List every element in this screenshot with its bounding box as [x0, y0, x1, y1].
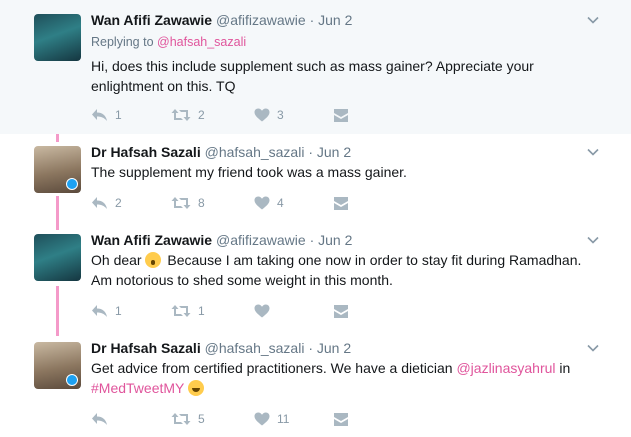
chevron-down-icon[interactable]	[586, 13, 600, 27]
tweet-header: Wan Afifi Zawawie @afifizawawie · Jun 2	[91, 12, 352, 28]
like-button[interactable]: 11	[254, 410, 289, 428]
reply-count: 1	[115, 108, 122, 122]
tweet-text: Get advice from certified practitioners.…	[91, 358, 591, 398]
retweet-button[interactable]: 2	[171, 106, 205, 124]
retweet-button[interactable]: 1	[171, 302, 205, 320]
like-count: 3	[277, 108, 284, 122]
tweet-date[interactable]: Jun 2	[318, 12, 352, 28]
verified-badge-icon	[66, 374, 78, 386]
tweet-date[interactable]: Jun 2	[317, 340, 351, 356]
separator: ·	[309, 12, 315, 28]
tweet[interactable]: Wan Afifi Zawawie @afifizawawie · Jun 2 …	[0, 222, 631, 332]
author-handle[interactable]: @hafsah_sazali	[205, 144, 305, 160]
replying-to: Replying to @hafsah_sazali	[91, 35, 246, 49]
retweet-count: 1	[198, 304, 205, 318]
retweet-icon	[171, 109, 191, 121]
heart-icon	[254, 108, 270, 122]
heart-icon	[254, 412, 270, 426]
reply-icon	[92, 109, 107, 121]
tweet[interactable]: Wan Afifi Zawawie @afifizawawie · Jun 2 …	[0, 0, 631, 134]
retweet-icon	[171, 197, 191, 209]
reply-icon	[92, 197, 107, 209]
avatar[interactable]	[34, 234, 81, 281]
like-button[interactable]: 4	[254, 194, 284, 212]
chevron-down-icon[interactable]	[586, 233, 600, 247]
reply-icon	[92, 413, 107, 425]
author-name[interactable]: Wan Afifi Zawawie	[91, 232, 212, 248]
avatar[interactable]	[34, 146, 81, 193]
tweet-date[interactable]: Jun 2	[317, 144, 351, 160]
like-button[interactable]	[254, 302, 277, 320]
mention-link[interactable]: @jazlinasyahrul	[456, 360, 555, 376]
retweet-count: 8	[198, 196, 205, 210]
direct-message-button[interactable]	[333, 302, 349, 320]
author-name[interactable]: Dr Hafsah Sazali	[91, 144, 201, 160]
tweet-text: Oh dear Because I am taking one now in o…	[91, 250, 591, 290]
reply-count: 1	[115, 304, 122, 318]
avatar[interactable]	[34, 342, 81, 389]
tweet[interactable]: Dr Hafsah Sazali @hafsah_sazali · Jun 2 …	[0, 332, 631, 437]
reply-icon	[92, 305, 107, 317]
reply-button[interactable]: 1	[91, 106, 122, 124]
direct-message-button[interactable]	[333, 194, 349, 212]
author-handle[interactable]: @hafsah_sazali	[205, 340, 305, 356]
heart-icon	[254, 196, 270, 210]
smile-emoji-icon	[188, 380, 205, 396]
direct-message-icon	[334, 412, 348, 426]
tweet-date[interactable]: Jun 2	[318, 232, 352, 248]
author-handle[interactable]: @afifizawawie	[216, 232, 306, 248]
like-count: 11	[277, 412, 290, 426]
author-handle[interactable]: @afifizawawie	[216, 12, 306, 28]
reply-button[interactable]	[91, 410, 115, 428]
reply-count: 2	[115, 196, 122, 210]
direct-message-button[interactable]	[333, 410, 349, 428]
retweet-count: 5	[198, 412, 205, 426]
hashtag-link[interactable]: #MedTweetMY	[91, 380, 184, 396]
separator: ·	[308, 340, 313, 356]
direct-message-icon	[334, 196, 348, 210]
retweet-icon	[171, 305, 191, 317]
retweet-count: 2	[198, 108, 205, 122]
retweet-button[interactable]: 5	[171, 410, 205, 428]
heart-icon	[254, 304, 270, 318]
separator: ·	[308, 144, 313, 160]
tweet-header: Dr Hafsah Sazali @hafsah_sazali · Jun 2	[91, 144, 351, 160]
chevron-down-icon[interactable]	[586, 341, 600, 355]
avatar[interactable]	[34, 14, 81, 61]
replying-to-mention[interactable]: @hafsah_sazali	[157, 35, 246, 49]
tweet[interactable]: Dr Hafsah Sazali @hafsah_sazali · Jun 2 …	[0, 134, 631, 222]
verified-badge-icon	[66, 178, 78, 190]
like-button[interactable]: 3	[254, 106, 284, 124]
direct-message-icon	[334, 108, 348, 122]
direct-message-button[interactable]	[333, 106, 349, 124]
author-name[interactable]: Dr Hafsah Sazali	[91, 340, 201, 356]
retweet-button[interactable]: 8	[171, 194, 205, 212]
separator: ·	[309, 232, 315, 248]
author-name[interactable]: Wan Afifi Zawawie	[91, 12, 212, 28]
retweet-icon	[171, 413, 191, 425]
tweet-text-part: Oh dear	[91, 252, 142, 268]
tweet-header: Wan Afifi Zawawie @afifizawawie · Jun 2	[91, 232, 352, 248]
like-count: 4	[277, 196, 284, 210]
tweet-text: The supplement my friend took was a mass…	[91, 164, 407, 180]
chevron-down-icon[interactable]	[586, 145, 600, 159]
scream-emoji-icon	[145, 252, 162, 268]
tweet-text-part: in	[555, 360, 571, 376]
replying-prefix: Replying to	[91, 35, 158, 49]
tweet-text: Hi, does this include supplement such as…	[91, 58, 534, 94]
tweet-text-part: Because I am taking one now in order to …	[91, 252, 582, 288]
reply-button[interactable]: 2	[91, 194, 122, 212]
tweet-header: Dr Hafsah Sazali @hafsah_sazali · Jun 2	[91, 340, 351, 356]
tweet-text-part: Get advice from certified practitioners.…	[91, 360, 457, 376]
direct-message-icon	[334, 304, 348, 318]
reply-button[interactable]: 1	[91, 302, 122, 320]
